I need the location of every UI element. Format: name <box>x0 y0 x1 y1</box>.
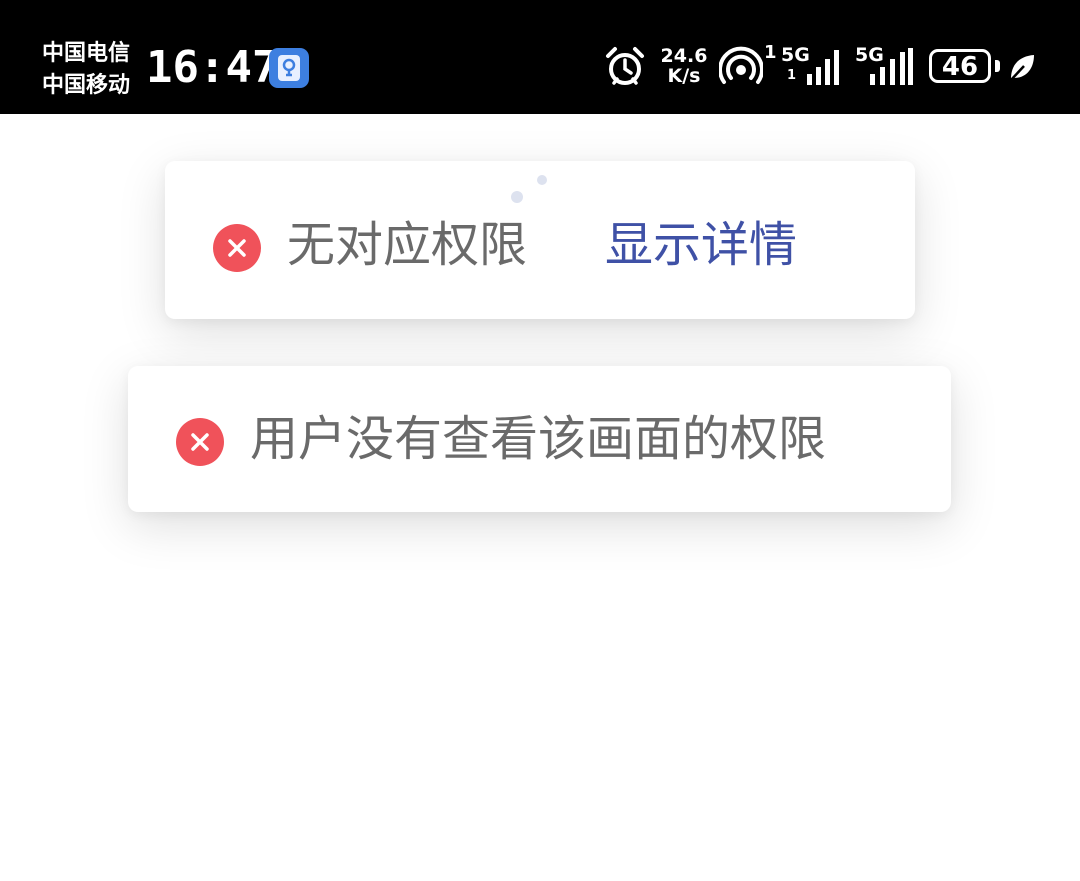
alarm-icon <box>606 47 644 85</box>
carrier-2: 中国移动 <box>42 73 131 98</box>
carrier-1: 中国电信 <box>42 41 131 66</box>
hotspot-icon <box>719 46 763 84</box>
app-icon <box>269 48 309 88</box>
error-icon <box>213 224 261 272</box>
battery-level: 46 <box>941 52 979 82</box>
status-clock: 16:47 <box>146 42 279 93</box>
leaf-icon <box>1010 55 1034 81</box>
network-speed: 24.6 K/s <box>656 46 712 86</box>
status-bar: 中国电信 中国移动 16:47 24.6 K/s 1 5G 1 5G 46 <box>0 0 1080 114</box>
signal-1-slot: 1 <box>787 68 797 83</box>
permission-error-toast: 无对应权限 显示详情 <box>165 161 915 319</box>
carrier-info: 中国电信 中国移动 <box>42 38 130 102</box>
network-speed-unit: K/s <box>667 65 701 87</box>
decorative-dot <box>511 191 523 203</box>
toast-message: 无对应权限 <box>287 217 528 273</box>
toast-message: 用户没有查看该画面的权限 <box>250 411 827 467</box>
hotspot-count: 1 <box>764 42 777 63</box>
show-details-link[interactable]: 显示详情 <box>605 213 797 277</box>
battery-icon: 46 <box>929 49 991 83</box>
error-icon <box>176 418 224 466</box>
signal-2-bars-icon <box>870 48 913 85</box>
network-speed-value: 24.6 <box>660 45 708 67</box>
signal-1-bars-icon <box>807 50 839 85</box>
decorative-dot <box>537 175 547 185</box>
battery-tip <box>995 60 1000 72</box>
screen-permission-error-toast: 用户没有查看该画面的权限 <box>128 366 951 512</box>
